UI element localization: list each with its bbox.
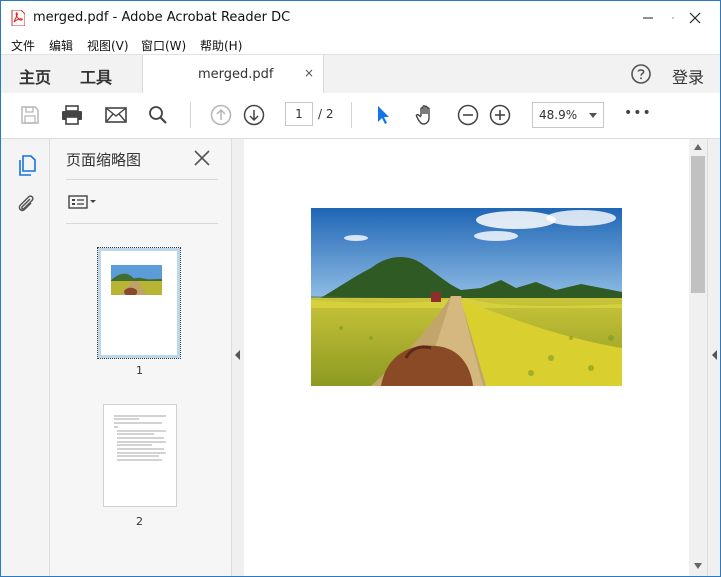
document-tab-close-button[interactable]: × (304, 66, 314, 80)
zoom-value: 48.9% (539, 108, 578, 122)
menu-view[interactable]: 视图(V) (87, 37, 129, 54)
thumbnail-label-1: 1 (136, 364, 143, 377)
menu-file[interactable]: 文件 (11, 37, 35, 54)
more-tools-button[interactable]: ••• (624, 105, 652, 121)
thumbnail-page (98, 248, 180, 358)
attachment-icon[interactable] (16, 192, 36, 214)
document-tab-label: merged.pdf (198, 67, 274, 82)
prev-page-icon (210, 104, 232, 126)
page-number-input[interactable]: 1 (285, 102, 313, 126)
toolbar-divider (351, 102, 352, 128)
toolbar-divider (190, 102, 191, 128)
tab-bar: 主页 工具 merged.pdf × 登录 (1, 54, 720, 94)
print-icon (62, 105, 82, 125)
toolbar: 1 / 2 48.9% ••• (1, 93, 720, 139)
panel-divider (66, 179, 218, 180)
menu-edit[interactable]: 编辑 (49, 37, 73, 54)
email-icon (105, 107, 127, 123)
question-circle-icon[interactable] (631, 64, 651, 84)
select-tool-button[interactable] (372, 104, 394, 126)
page-thumbnail-1[interactable] (97, 247, 181, 359)
thumbnail-text-lines (114, 415, 166, 461)
title-bar: merged.pdf - Adobe Acrobat Reader DC (1, 1, 720, 34)
vertical-scrollbar[interactable] (689, 139, 707, 576)
scroll-down-icon[interactable] (694, 563, 702, 569)
left-rail (1, 139, 50, 576)
menu-bar: 文件 编辑 视图(V) 窗口(W) 帮助(H) (1, 34, 720, 54)
chevron-left-icon (235, 350, 240, 360)
scrollbar-thumb[interactable] (691, 156, 705, 293)
tab-tools[interactable]: 工具 (80, 64, 112, 88)
save-icon (21, 106, 39, 124)
scroll-up-icon[interactable] (694, 144, 702, 150)
thumbnail-label-2: 2 (136, 515, 143, 528)
login-link[interactable]: 登录 (672, 64, 704, 88)
chevron-down-icon (589, 113, 597, 118)
document-view[interactable] (244, 139, 689, 576)
panel-divider (66, 223, 218, 224)
search-icon (149, 106, 167, 124)
thumbnail-photo (111, 265, 162, 295)
right-pane-handle[interactable] (707, 139, 720, 576)
hand-tool-icon (415, 105, 430, 125)
tab-home[interactable]: 主页 (19, 64, 51, 88)
maximize-button-area[interactable] (628, 1, 674, 34)
next-page-button[interactable] (243, 104, 265, 126)
prev-page-button[interactable] (210, 104, 232, 126)
print-button[interactable] (61, 104, 83, 126)
zoom-select[interactable]: 48.9% (532, 102, 604, 128)
page-thumbnails-icon[interactable] (17, 155, 37, 177)
app-window: merged.pdf - Adobe Acrobat Reader DC 文件 … (0, 0, 721, 577)
page-total: / 2 (318, 107, 334, 121)
zoom-out-button[interactable] (457, 104, 479, 126)
tab-document[interactable]: merged.pdf × (142, 55, 324, 94)
menu-window[interactable]: 窗口(W) (141, 37, 186, 54)
panel-collapse-handle[interactable] (231, 139, 245, 576)
page-photo (311, 208, 622, 386)
panel-title: 页面缩略图 (66, 151, 142, 169)
menu-help[interactable]: 帮助(H) (200, 37, 242, 54)
pdf-file-icon (11, 10, 25, 26)
zoom-in-icon (489, 104, 511, 126)
thumbnail-options-icon[interactable] (68, 194, 100, 210)
close-icon[interactable] (193, 149, 211, 167)
thumbnails-panel: 页面缩略图 1 2 (50, 139, 231, 576)
close-window-button[interactable] (672, 1, 718, 34)
hand-tool-button[interactable] (415, 104, 437, 126)
email-button[interactable] (105, 104, 127, 126)
next-page-icon (243, 104, 265, 126)
zoom-out-icon (457, 104, 479, 126)
zoom-in-button[interactable] (489, 104, 511, 126)
search-button[interactable] (147, 104, 169, 126)
select-cursor-icon (378, 106, 389, 124)
save-button[interactable] (19, 104, 41, 126)
chevron-left-icon (712, 350, 717, 360)
close-icon (689, 12, 701, 23)
page-thumbnail-2[interactable] (103, 404, 177, 507)
window-title: merged.pdf - Adobe Acrobat Reader DC (33, 10, 291, 25)
